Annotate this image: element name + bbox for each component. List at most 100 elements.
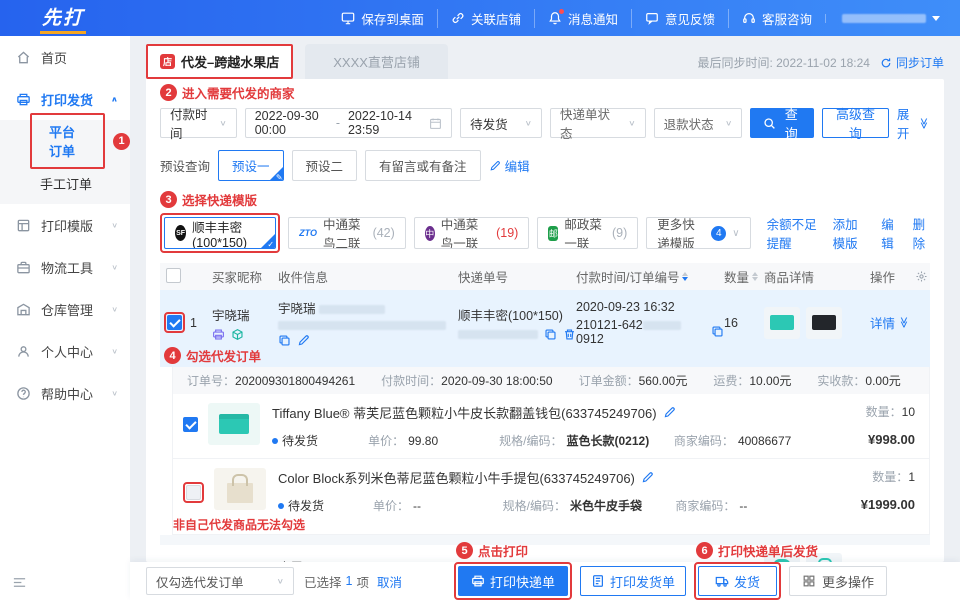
- collapse-sidebar-icon[interactable]: [12, 575, 27, 590]
- sidebar-item-personal-center[interactable]: 个人中心 ∨: [0, 330, 130, 372]
- template-zto1-button[interactable]: 中 中通菜鸟一联 (19): [414, 217, 530, 249]
- product1-code: 40086677: [738, 434, 791, 448]
- bell-icon: [548, 11, 562, 25]
- more-templates-select[interactable]: 更多快递模版 4 ∨: [646, 217, 750, 249]
- link-shop-button[interactable]: 关联店铺: [437, 9, 534, 28]
- print-shipping-list-button[interactable]: 打印发货单: [580, 566, 686, 596]
- col-track: 快递单号: [458, 267, 576, 286]
- product2-image[interactable]: [214, 468, 266, 510]
- save-to-desktop-button[interactable]: 保存到桌面: [328, 9, 437, 28]
- support-label: 客服咨询: [762, 9, 812, 28]
- zto-logo: ZTO: [299, 228, 317, 238]
- support-button[interactable]: 客服咨询: [728, 9, 825, 28]
- gear-icon[interactable]: [915, 270, 930, 283]
- product2-status: 待发货: [288, 497, 324, 514]
- annotation-2: 2 进入需要代发的商家: [160, 83, 930, 102]
- top-menu: 保存到桌面 关联店铺 消息通知 意见反馈 客服咨询: [328, 9, 946, 28]
- sidebar-item-manual-orders[interactable]: 手工订单: [0, 162, 130, 204]
- row1-checkbox[interactable]: [167, 315, 182, 330]
- template-zto2-button[interactable]: ZTO 中通菜鸟二联 (42): [288, 217, 406, 249]
- more-actions-button[interactable]: 更多操作: [789, 566, 887, 596]
- print-express-button[interactable]: 打印快递单: [458, 566, 568, 596]
- tab-direct-shop[interactable]: XXXX直营店铺: [305, 44, 448, 79]
- action-bar: 仅勾选代发订单 ∨ 已选择 1 项 取消 5 点击打印: [130, 562, 960, 600]
- copy-icon[interactable]: [544, 328, 557, 341]
- cancel-selection-link[interactable]: 取消: [377, 572, 402, 591]
- copy-icon[interactable]: [711, 325, 724, 338]
- product-thumb-teal-wallet[interactable]: [764, 307, 800, 339]
- search-button[interactable]: 查询: [750, 108, 814, 138]
- order-status-select[interactable]: 待发货∨: [460, 108, 542, 138]
- link-shop-label: 关联店铺: [471, 9, 521, 28]
- sidebar-item-logistics-tools[interactable]: 物流工具 ∨: [0, 246, 130, 288]
- account-menu[interactable]: [825, 14, 946, 23]
- product-thumb-black-wallet[interactable]: [806, 307, 842, 339]
- template-post-button[interactable]: 邮 邮政菜一联 (9): [537, 217, 638, 249]
- preset-1-button[interactable]: 预设一 ✎: [218, 150, 284, 181]
- advanced-search-button[interactable]: 高级查询: [822, 108, 889, 138]
- more-templates-label: 更多快递模版: [657, 217, 705, 249]
- tab-consignment-shop[interactable]: 店 代发–跨越水果店: [146, 44, 293, 79]
- row1-address-masked: [278, 321, 446, 330]
- sidebar-item-label: 帮助中心: [41, 384, 93, 403]
- account-number-masked: [842, 14, 926, 23]
- date-range-picker[interactable]: 2022-09-30 00:00 - 2022-10-14 23:59: [245, 108, 452, 138]
- order-row-1[interactable]: 1 宇晓瑞 宇晓瑞: [160, 290, 930, 367]
- balance-alert-link[interactable]: 余额不足提醒: [767, 214, 819, 252]
- preset-2-button[interactable]: 预设二: [292, 150, 358, 181]
- col-qty[interactable]: 数量: [724, 267, 764, 286]
- selected-info: 已选择 1 项 取消: [304, 572, 402, 591]
- annotation-box-ship: 6 打印快递单后发货 发货: [694, 562, 781, 600]
- ship-button[interactable]: 发货: [698, 566, 777, 596]
- product-row-2: Color Block系列米色蒂尼蓝色颗粒小牛手提包(633745249706)…: [173, 458, 929, 534]
- sidebar-item-platform-orders[interactable]: 平台订单 1: [0, 120, 130, 162]
- time-field-value: 付款时间: [170, 104, 211, 142]
- preset-3-button[interactable]: 有留言或有备注: [365, 150, 481, 181]
- time-field-select[interactable]: 付款时间∨: [160, 108, 237, 138]
- calendar-icon: [429, 117, 442, 130]
- sidebar-item-print-templates[interactable]: 打印模版 ∨: [0, 204, 130, 246]
- add-template-link[interactable]: 添加模版: [833, 214, 868, 252]
- col-time-order[interactable]: 付款时间/订单编号: [576, 267, 724, 286]
- order-amount: 560.00元: [639, 374, 688, 388]
- sync-icon: [880, 57, 892, 69]
- edit-address-icon[interactable]: [297, 334, 310, 347]
- batch-filter-value: 仅勾选代发订单: [156, 572, 244, 591]
- express-status-select[interactable]: 快递单状态∨: [550, 108, 646, 138]
- sidebar-item-home[interactable]: 首页: [0, 36, 130, 78]
- row1-detail-button[interactable]: 详情 ≫: [870, 313, 930, 332]
- product1-checkbox[interactable]: [183, 417, 198, 432]
- template-zto2-count: (42): [373, 226, 395, 240]
- notifications-button[interactable]: 消息通知: [534, 9, 631, 28]
- double-chevron-icon: ≫: [897, 317, 910, 329]
- trash-icon[interactable]: [563, 328, 576, 341]
- edit-product-icon[interactable]: [663, 406, 676, 419]
- annotation-circle-3: 3: [160, 191, 177, 208]
- document-printer-icon: [591, 574, 605, 588]
- edit-presets-link[interactable]: 编辑: [489, 156, 530, 175]
- expand-link[interactable]: 展开 ≫: [897, 104, 930, 142]
- print-express-label: 打印快递单: [490, 572, 555, 591]
- select-all-checkbox[interactable]: [166, 268, 181, 283]
- template-links: 余额不足提醒 添加模版 编辑 删除: [767, 214, 930, 252]
- product1-image[interactable]: [208, 403, 260, 445]
- edit-product-icon[interactable]: [641, 471, 654, 484]
- sidebar-item-help-center[interactable]: 帮助中心 ∨: [0, 372, 130, 414]
- sidebar-item-label: 物流工具: [41, 258, 93, 277]
- refund-status-select[interactable]: 退款状态∨: [654, 108, 743, 138]
- delete-template-link[interactable]: 删除: [913, 214, 930, 252]
- template-sf-button[interactable]: SF 顺丰丰密(100*150) ✓: [164, 217, 276, 249]
- row1-index: 1: [190, 316, 212, 330]
- copy-icon[interactable]: [278, 334, 291, 347]
- sync-orders-button[interactable]: 同步订单: [880, 54, 944, 71]
- edit-template-link[interactable]: 编辑: [881, 214, 898, 252]
- order-received: 0.00元: [865, 374, 900, 388]
- batch-filter-select[interactable]: 仅勾选代发订单 ∨: [146, 567, 294, 595]
- ship-label: 发货: [734, 572, 760, 591]
- more-templates-badge: 4: [711, 226, 726, 241]
- express-status-placeholder: 快递单状态: [560, 104, 620, 142]
- sidebar-item-warehouse[interactable]: 仓库管理 ∨: [0, 288, 130, 330]
- feedback-button[interactable]: 意见反馈: [631, 9, 728, 28]
- desktop-icon: [341, 11, 355, 25]
- more-actions-label: 更多操作: [822, 572, 874, 591]
